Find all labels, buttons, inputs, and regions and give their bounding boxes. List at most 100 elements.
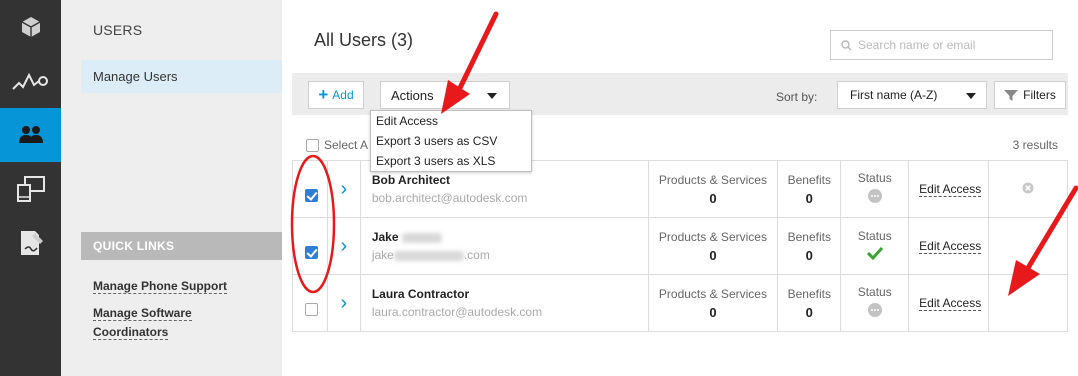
search-input[interactable]: Search name or email [830,30,1053,60]
nav-panel: USERS Manage Users QUICK LINKS Manage Ph… [61,0,351,376]
search-icon [841,39,852,50]
document-icon [20,231,43,255]
row-checkbox[interactable] [305,303,318,316]
products-label: Products & Services [658,172,767,187]
products-cell: Products & Services 0 [647,274,779,332]
row-checkbox[interactable] [305,189,318,202]
actions-dropdown[interactable]: Actions [380,81,510,109]
actions-menu: Edit Access Export 3 users as CSV Export… [370,110,532,172]
toolbar: + Add Actions Sort by: First name (A-Z) F… [292,73,1068,115]
select-all-label: Select A [324,138,369,152]
main-content: All Users (3) Search name or email + Add … [282,0,1078,376]
row-checkbox-cell [292,160,328,218]
products-cell: Products & Services 0 [647,160,779,218]
page-title: All Users (3) [314,30,414,50]
sort-by-label: Sort by: [776,90,818,104]
row-checkbox-cell [292,274,328,332]
edit-access-cell: Edit Access [908,274,990,332]
nav-item-label: Manage Users [93,69,178,84]
edit-access-cell: Edit Access [908,217,990,275]
rail-analytics[interactable] [0,54,61,108]
add-button[interactable]: + Add [308,81,364,109]
rail-users[interactable] [0,108,61,162]
filter-icon [1004,89,1019,101]
status-cell: Status [840,160,910,218]
add-label: Add [332,88,354,102]
edit-access-link[interactable]: Edit Access [919,296,982,311]
results-count: 3 results [1012,138,1058,152]
users-table: › Bob Architect bob.architect@autodesk.c… [292,160,1068,332]
menu-item-export-csv[interactable]: Export 3 users as CSV [371,131,531,151]
redacted-surname [401,232,442,243]
select-all-checkbox[interactable] [306,139,319,152]
rail-products[interactable] [0,0,61,54]
status-cell: Status [840,274,910,332]
user-cell: Jake jake .com [359,217,649,275]
row-checkbox-cell [292,217,328,275]
user-email: bob.architect@autodesk.com [371,191,528,205]
status-dot-icon [867,189,882,203]
user-name: Laura Contractor [371,287,470,301]
status-dot-icon [867,303,882,317]
devices-icon [16,176,45,202]
products-cell: Products & Services 0 [647,217,779,275]
benefits-value: 0 [805,190,813,206]
remove-cell [988,160,1068,218]
check-icon [866,246,883,260]
icon-rail [0,0,61,376]
edit-access-link[interactable]: Edit Access [919,239,982,254]
benefits-value: 0 [805,304,813,320]
link-label: Manage Phone Support [93,279,228,294]
remove-cell [988,274,1068,332]
search-placeholder: Search name or email [858,38,976,52]
status-cell: Status [840,217,910,275]
products-label: Products & Services [658,229,767,244]
redacted-email [393,250,464,261]
user-name-text: Jake [371,230,399,244]
benefits-label: Benefits [787,229,831,244]
benefits-value: 0 [805,247,813,263]
user-email: jake .com [372,248,648,262]
status-label: Status [857,229,892,243]
filters-label: Filters [1023,88,1056,102]
status-label: Status [857,285,892,299]
rail-devices[interactable] [0,162,61,216]
edit-access-link[interactable]: Edit Access [919,182,982,197]
expand-cell[interactable]: › [326,160,361,218]
status-label: Status [857,171,892,185]
caret-down-icon [487,93,497,99]
app: USERS Manage Users QUICK LINKS Manage Ph… [0,0,1078,376]
products-value: 0 [709,247,717,263]
user-name: Jake [372,230,648,244]
products-value: 0 [709,304,717,320]
filters-button[interactable]: Filters [994,81,1066,109]
link-label: Coordinators [93,325,169,340]
sort-select[interactable]: First name (A-Z) [837,81,987,109]
remove-icon[interactable] [1022,182,1034,194]
email-suffix: .com [463,248,490,262]
link-coordinators[interactable]: Coordinators [93,323,169,342]
user-email: laura.contractor@autodesk.com [371,305,543,319]
expand-cell[interactable]: › [326,274,361,332]
analytics-icon [11,72,48,90]
expand-cell[interactable]: › [326,217,361,275]
chevron-right-icon: › [340,177,348,200]
link-label: Manage Software [93,306,192,321]
edit-access-cell: Edit Access [908,160,990,218]
products-value: 0 [709,190,717,206]
users-icon [18,126,43,143]
rail-documents[interactable] [0,216,61,270]
user-cell: Laura Contractor laura.contractor@autode… [359,274,649,332]
plus-icon: + [318,85,329,104]
sort-value: First name (A-Z) [850,88,938,102]
menu-item-export-xls[interactable]: Export 3 users as XLS [371,151,531,171]
link-manage-software[interactable]: Manage Software [93,304,192,323]
email-prefix: jake [371,248,394,262]
row-checkbox[interactable] [305,246,318,259]
caret-down-icon [966,93,976,99]
menu-item-edit-access[interactable]: Edit Access [371,111,531,131]
link-manage-phone-support[interactable]: Manage Phone Support [93,277,228,296]
benefits-cell: Benefits 0 [777,274,842,332]
user-name: Bob Architect [371,173,451,187]
table-row: › Laura Contractor laura.contractor@auto… [292,274,1068,332]
